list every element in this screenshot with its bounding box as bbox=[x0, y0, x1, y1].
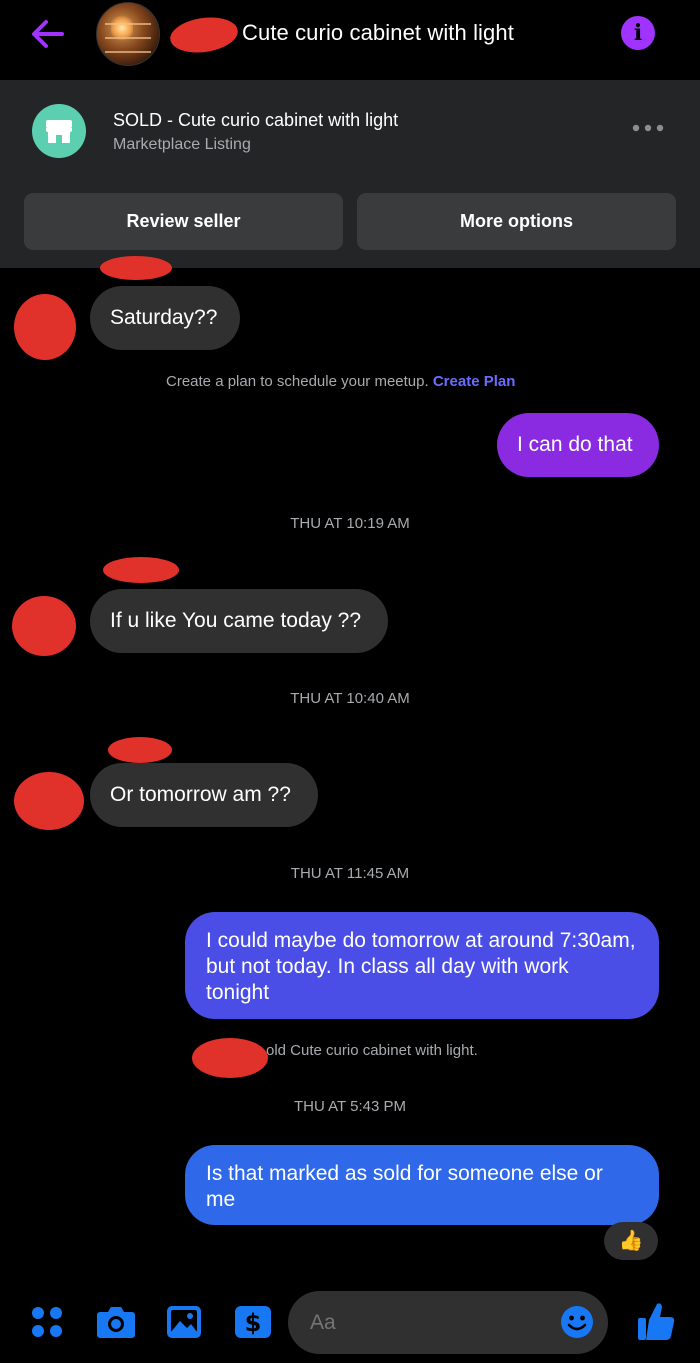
dollar-icon[interactable]: $ bbox=[234, 1305, 272, 1339]
sold-notice: old Cute curio cabinet with light. bbox=[266, 1042, 478, 1059]
product-avatar[interactable] bbox=[96, 2, 160, 66]
listing-title[interactable]: SOLD - Cute curio cabinet with light bbox=[113, 110, 398, 131]
timestamp: THU AT 5:43 PM bbox=[294, 1098, 406, 1115]
timestamp: THU AT 10:40 AM bbox=[290, 690, 410, 707]
svg-text:$: $ bbox=[245, 1309, 262, 1337]
message-bubble[interactable]: If u like You came today ?? bbox=[90, 589, 388, 653]
avatar[interactable] bbox=[14, 294, 76, 360]
timestamp: THU AT 10:19 AM bbox=[290, 515, 410, 532]
message-text: Saturday?? bbox=[110, 306, 218, 329]
create-plan-prompt: Create a plan to schedule your meetup. C… bbox=[166, 373, 515, 390]
timestamp: THU AT 11:45 AM bbox=[290, 865, 410, 882]
message-text: I could maybe do tomorrow at around 7:30… bbox=[206, 929, 636, 1004]
more-options-button[interactable]: More options bbox=[357, 193, 676, 250]
message-bubble[interactable]: Or tomorrow am ?? bbox=[90, 763, 318, 827]
more-horizontal-icon[interactable] bbox=[630, 120, 666, 136]
message-bubble[interactable]: Saturday?? bbox=[90, 286, 240, 350]
camera-icon[interactable] bbox=[96, 1304, 136, 1340]
create-plan-link[interactable]: Create Plan bbox=[433, 373, 516, 390]
info-icon[interactable]: i bbox=[621, 16, 655, 50]
create-plan-text: Create a plan to schedule your meetup. bbox=[166, 373, 429, 390]
message-bubble[interactable]: Is that marked as sold for someone else … bbox=[185, 1145, 659, 1225]
redacted-sender-name bbox=[103, 557, 179, 583]
arrow-left-icon[interactable] bbox=[28, 14, 68, 54]
redacted-sender-name bbox=[108, 737, 172, 763]
reaction-badge[interactable]: 👍 bbox=[604, 1222, 658, 1260]
emoji-icon[interactable] bbox=[560, 1305, 594, 1339]
message-text: I can do that bbox=[517, 433, 633, 456]
four-dots-icon[interactable] bbox=[30, 1305, 64, 1339]
redacted-sender-name bbox=[100, 256, 172, 280]
storefront-icon bbox=[32, 104, 86, 158]
redacted-name bbox=[192, 1038, 268, 1078]
message-bubble[interactable]: I could maybe do tomorrow at around 7:30… bbox=[185, 912, 659, 1019]
conversation-title[interactable]: Cute curio cabinet with light bbox=[242, 20, 514, 46]
thumbs-up-icon[interactable] bbox=[636, 1300, 676, 1342]
message-bubble[interactable]: I can do that bbox=[497, 413, 659, 477]
image-icon[interactable] bbox=[166, 1305, 202, 1339]
message-text: Is that marked as sold for someone else … bbox=[206, 1162, 603, 1211]
avatar[interactable] bbox=[12, 596, 76, 656]
message-text: Or tomorrow am ?? bbox=[110, 783, 291, 806]
message-input[interactable] bbox=[308, 1310, 542, 1336]
review-seller-button[interactable]: Review seller bbox=[24, 193, 343, 250]
message-text: If u like You came today ?? bbox=[110, 609, 362, 632]
listing-subtitle: Marketplace Listing bbox=[113, 136, 251, 153]
avatar[interactable] bbox=[14, 772, 84, 830]
